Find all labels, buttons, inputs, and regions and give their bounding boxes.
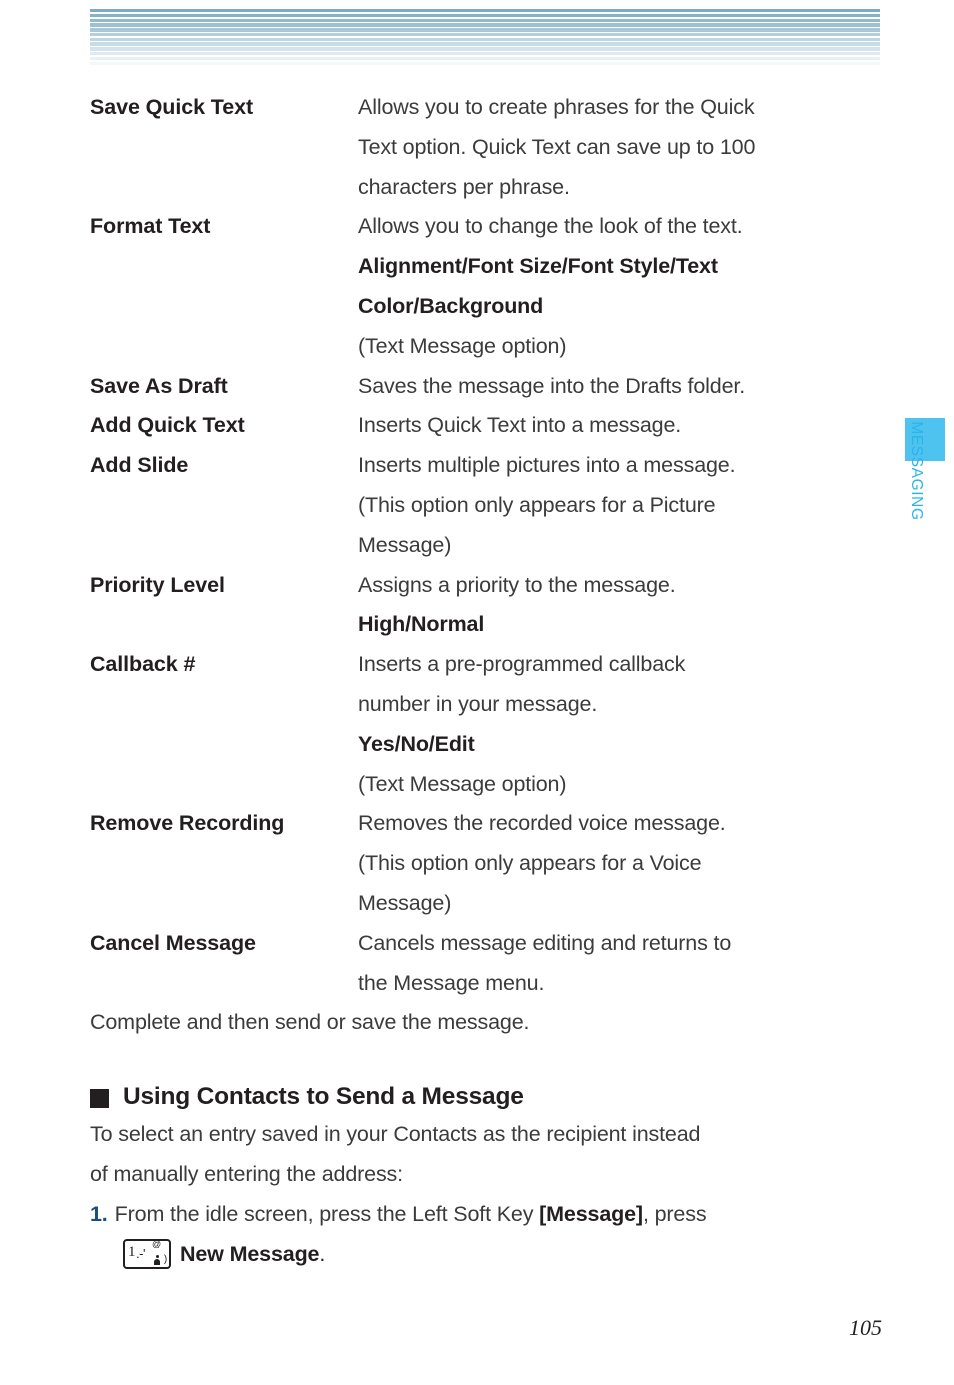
header-stripe-band: [90, 9, 880, 71]
definition-term: Cancel Message: [90, 930, 256, 955]
definition-term: Add Slide: [90, 453, 189, 478]
definition-description-line: (This option only appears for a Voice: [358, 851, 702, 876]
definition-description-line: Message): [358, 532, 452, 557]
header-stripe: [90, 66, 880, 70]
definition-row: Add Quick Text Inserts Quick Text into a …: [90, 406, 880, 446]
definition-description-line: Inserts Quick Text into a message.: [358, 413, 682, 438]
definition-description-line: Text option. Quick Text can save up to 1…: [358, 134, 756, 159]
definition-description: Saves the message into the Drafts folder…: [358, 367, 880, 407]
definition-description-line: Allows you to change the look of the tex…: [358, 214, 743, 239]
definition-row: Priority Level Assigns a priority to the …: [90, 566, 880, 646]
step-1-continuation-label: New Message: [180, 1241, 320, 1266]
definition-description-line: Message): [358, 890, 452, 915]
definition-description-line: (Text Message option): [358, 771, 567, 796]
side-thumb-tab: MESSAGING: [905, 418, 945, 631]
section-intro-line-1: To select an entry saved in your Contact…: [90, 1122, 701, 1147]
section-intro-line-2: of manually entering the address:: [90, 1161, 403, 1186]
keycap-at-symbol: @: [152, 1239, 161, 1250]
definition-term: Priority Level: [90, 572, 225, 597]
side-tab-label-wrap: MESSAGING: [905, 421, 945, 631]
page-content: Save Quick Text Allows you to create phra…: [90, 88, 880, 1274]
definition-description-line: (Text Message option): [358, 333, 567, 358]
step-1-continuation-period: .: [319, 1241, 326, 1266]
step-1: 1. From the idle screen, press the Left …: [90, 1195, 880, 1235]
definition-term: Add Quick Text: [90, 413, 245, 438]
definition-term: Remove Recording: [90, 811, 285, 836]
definition-term: Save As Draft: [90, 373, 228, 398]
definition-description: Removes the recorded voice message. (This…: [358, 804, 880, 923]
definition-term: Callback #: [90, 652, 196, 677]
definition-description-line: Removes the recorded voice message.: [358, 811, 726, 836]
definition-description-line: Inserts a pre-programmed callback: [358, 652, 686, 677]
definition-row: Callback # Inserts a pre-programmed callb…: [90, 645, 880, 804]
keycap-person-icon: [154, 1255, 160, 1266]
definition-description-line: characters per phrase.: [358, 174, 570, 199]
page-number: 105: [849, 1315, 882, 1340]
step-1-text: From the idle screen, press the Left Sof…: [115, 1195, 880, 1235]
definition-description-line: Color/Background: [358, 293, 544, 318]
definition-description-line: Allows you to create phrases for the Qui…: [358, 95, 755, 119]
step-1-key-label: [Message]: [539, 1201, 643, 1226]
options-definition-list: Save Quick Text Allows you to create phra…: [90, 88, 880, 1003]
definition-row: Add Slide Inserts multiple pictures into …: [90, 446, 880, 565]
step-1-number: 1.: [90, 1201, 108, 1226]
definition-description-line: the Message menu.: [358, 970, 545, 995]
definition-description-line: Saves the message into the Drafts folder…: [358, 373, 746, 398]
keycap-digit: 1: [128, 1244, 136, 1261]
definition-description-line: High/Normal: [358, 612, 485, 637]
definition-description: Inserts multiple pictures into a message…: [358, 446, 880, 565]
closing-note: Complete and then send or save the messa…: [90, 1010, 530, 1035]
definition-description: Allows you to change the look of the tex…: [358, 207, 880, 366]
step-1-text-after: , press: [642, 1201, 707, 1226]
section-heading: Using Contacts to Send a Message: [90, 1083, 880, 1111]
square-bullet-icon: [90, 1088, 109, 1108]
definition-description: Allows you to create phrases for the Qui…: [358, 88, 880, 207]
definition-description-line: (This option only appears for a Picture: [358, 492, 716, 517]
definition-description-line: number in your message.: [358, 691, 598, 716]
definition-description-line: Assigns a priority to the message.: [358, 572, 676, 597]
definition-row: Save As Draft Saves the message into the …: [90, 367, 880, 407]
definition-row: Remove Recording Removes the recorded voi…: [90, 804, 880, 923]
section-heading-text: Using Contacts to Send a Message: [123, 1083, 524, 1111]
keycap-punctuation: .-': [136, 1246, 145, 1262]
definition-term: Save Quick Text: [90, 95, 254, 119]
definition-description: Inserts Quick Text into a message.: [358, 406, 880, 446]
definition-description: Cancels message editing and returns to th…: [358, 924, 880, 1004]
side-tab-label: MESSAGING: [908, 421, 925, 521]
definition-description-line: Alignment/Font Size/Font Style/Text: [358, 254, 718, 279]
step-1-text-before: From the idle screen, press the Left Sof…: [114, 1201, 540, 1226]
definition-description-line: Yes/No/Edit: [358, 731, 475, 756]
definition-description: Assigns a priority to the message. High/N…: [358, 566, 880, 646]
definition-row: Save Quick Text Allows you to create phra…: [90, 88, 880, 207]
definition-description-line: Cancels message editing and returns to: [358, 930, 732, 955]
definition-term: Format Text: [90, 214, 211, 239]
keycap-wave-icon: ): [163, 1254, 167, 1266]
definition-description-line: Inserts multiple pictures into a message…: [358, 453, 736, 478]
step-1-continuation: 1 .-' @ ) New Message.: [90, 1235, 880, 1275]
keypad-one-key-icon: 1 .-' @ ): [123, 1239, 171, 1270]
definition-description: Inserts a pre-programmed callback number …: [358, 645, 880, 804]
definition-row: Format Text Allows you to change the look…: [90, 207, 880, 366]
definition-row: Cancel Message Cancels message editing an…: [90, 924, 880, 1004]
